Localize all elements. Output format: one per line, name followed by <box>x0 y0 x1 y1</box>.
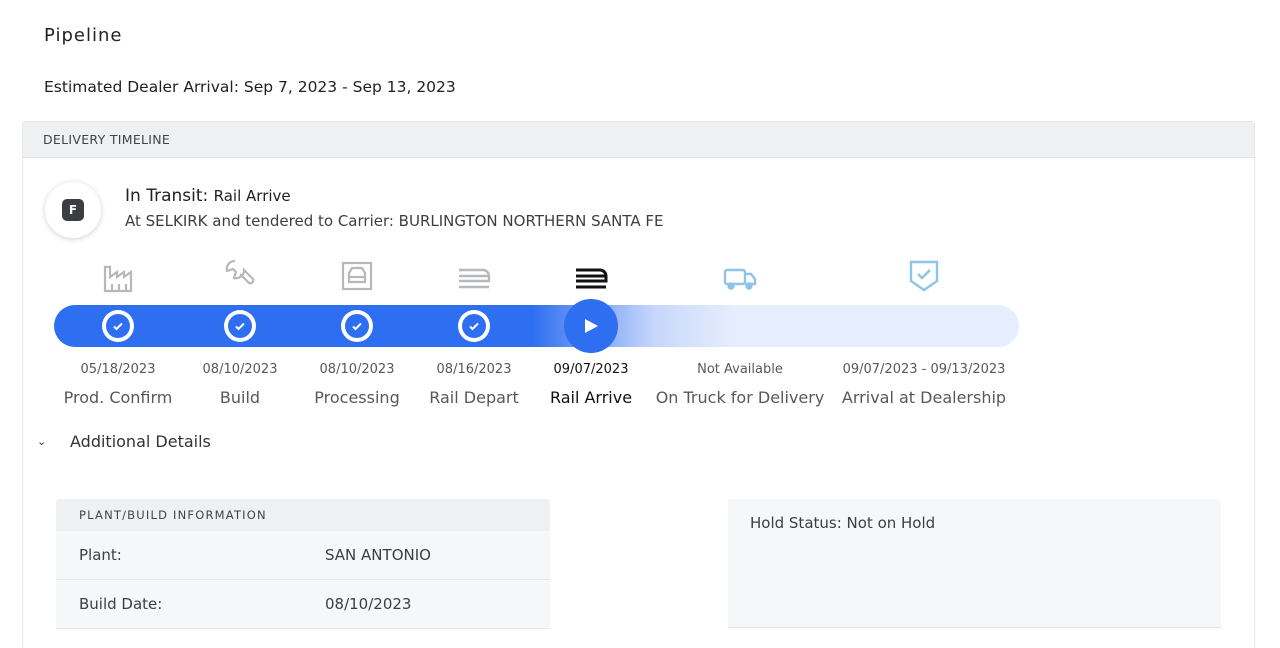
wrench-icon <box>220 255 260 295</box>
status-icon-badge: F <box>45 182 101 238</box>
ford-logo-icon: F <box>62 199 84 221</box>
check-icon <box>341 310 373 342</box>
status-heading: In Transit: Rail Arrive <box>125 186 291 206</box>
play-icon <box>564 299 618 353</box>
delivery-timeline-card: DELIVERY TIMELINE F In Transit: Rail Arr… <box>22 121 1255 648</box>
hold-status: Hold Status: Not on Hold <box>750 514 936 532</box>
truck-icon <box>720 259 760 299</box>
row-value: 08/10/2023 <box>325 595 412 613</box>
plant-build-header: PLANT/BUILD INFORMATION <box>56 499 550 531</box>
additional-details-toggle[interactable]: ⌄ Additional Details <box>37 432 211 451</box>
row-value: SAN ANTONIO <box>325 546 431 564</box>
page-title: Pipeline <box>44 25 123 46</box>
additional-details-label: Additional Details <box>70 432 211 451</box>
table-row: Plant: SAN ANTONIO <box>56 531 550 580</box>
milestone-label: Arrival at Dealership <box>841 388 1007 407</box>
table-row: Build Date: 08/10/2023 <box>56 580 550 629</box>
shield-check-icon <box>904 256 944 296</box>
milestone-date: Not Available <box>697 362 783 377</box>
chevron-down-icon: ⌄ <box>37 435 47 448</box>
hold-status-panel: Hold Status: Not on Hold <box>728 499 1221 628</box>
row-key: Build Date: <box>79 595 163 613</box>
train-icon <box>571 258 611 298</box>
estimated-arrival: Estimated Dealer Arrival: Sep 7, 2023 - … <box>44 78 456 96</box>
status-label: In Transit: <box>125 186 209 206</box>
progress-track <box>54 305 1019 347</box>
status-detail: At SELKIRK and tendered to Carrier: BURL… <box>125 212 664 230</box>
delivery-timeline-header: DELIVERY TIMELINE <box>23 122 1254 158</box>
car-wash-icon <box>337 256 377 296</box>
check-icon <box>102 310 134 342</box>
train-icon <box>454 258 494 298</box>
status-value: Rail Arrive <box>213 187 291 205</box>
row-key: Plant: <box>79 546 122 564</box>
milestone-label: On Truck for Delivery <box>655 388 825 407</box>
plant-build-panel: PLANT/BUILD INFORMATION Plant: SAN ANTON… <box>56 499 550 629</box>
milestone-date: 09/07/2023 - 09/13/2023 <box>842 362 1006 377</box>
check-icon <box>224 310 256 342</box>
check-icon <box>458 310 490 342</box>
factory-icon <box>98 257 138 297</box>
